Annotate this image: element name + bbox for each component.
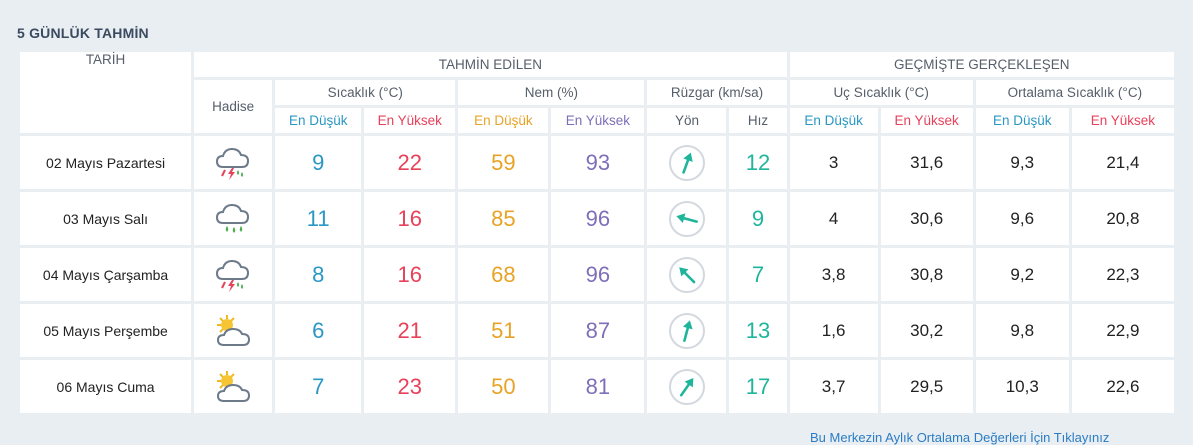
avg-high-value: 20,8: [1071, 192, 1174, 245]
forecast-row: 05 Mayıs Perşembe 6 21 51 87 13 1,6 30,2 9,8 22,9: [20, 304, 1174, 357]
avg-low-value: 9,8: [975, 304, 1069, 357]
wind-direction-arrow-icon: [667, 367, 707, 407]
temp-high-value: 23: [364, 360, 456, 413]
thunder-rain-cloud-icon: [213, 255, 253, 295]
hum-high-value: 93: [551, 136, 645, 189]
wind-speed-value: 13: [729, 304, 787, 357]
event-header: Hadise: [194, 80, 273, 133]
wind-direction-arrow-icon: [667, 311, 707, 351]
past-group-header: GEÇMİŞTE GERÇEKLEŞEN: [789, 52, 1174, 77]
weather-event-cell: [194, 192, 273, 245]
ext-high-value: 30,2: [880, 304, 973, 357]
wind-dir-header: Yön: [647, 108, 727, 133]
day-date: 06 Mayıs Cuma: [20, 360, 192, 413]
forecast-row: 02 Mayıs Pazartesi 9 22 59 93 12 3 31,6 9,3 21,4: [20, 136, 1174, 189]
hum-high-value: 87: [551, 304, 645, 357]
forecast-group-header: TAHMİN EDİLEN: [194, 52, 787, 77]
forecast-table: TARİH TAHMİN EDİLEN GEÇMİŞTE GERÇEKLEŞEN…: [17, 49, 1177, 416]
partly-cloudy-icon: [213, 311, 253, 351]
avg-high-value: 22,3: [1071, 248, 1174, 301]
ext-high-value: 31,6: [880, 136, 973, 189]
ext-low-value: 1,6: [789, 304, 878, 357]
temp-low-value: 9: [275, 136, 362, 189]
wind-direction-cell: [647, 136, 727, 189]
ext-low-value: 3,7: [789, 360, 878, 413]
extreme-temp-header: Uç Sıcaklık (°C): [789, 80, 973, 105]
avg-low-value: 10,3: [975, 360, 1069, 413]
temp-low-value: 8: [275, 248, 362, 301]
ext-low-value: 4: [789, 192, 878, 245]
date-header: TARİH: [20, 52, 192, 133]
ext-low-header: En Düşük: [789, 108, 878, 133]
forecast-row: 03 Mayıs Salı 11 16 85 96 9 4 30,6 9,6 20,8: [20, 192, 1174, 245]
temp-low-header: En Düşük: [275, 108, 362, 133]
day-date: 05 Mayıs Perşembe: [20, 304, 192, 357]
forecast-row: 04 Mayıs Çarşamba 8 16 68 96 7 3,8 30,8 9,2 22,3: [20, 248, 1174, 301]
temp-low-value: 7: [275, 360, 362, 413]
rain-cloud-icon: [213, 199, 253, 239]
wind-direction-cell: [647, 304, 727, 357]
avg-low-value: 9,2: [975, 248, 1069, 301]
weather-event-cell: [194, 360, 273, 413]
wind-speed-value: 12: [729, 136, 787, 189]
hum-low-value: 68: [458, 248, 549, 301]
avg-high-value: 21,4: [1071, 136, 1174, 189]
monthly-averages-link[interactable]: Bu Merkezin Aylık Ortalama Değerleri İçi…: [810, 430, 1109, 445]
ext-high-value: 30,6: [880, 192, 973, 245]
hum-low-header: En Düşük: [458, 108, 549, 133]
ext-high-value: 29,5: [880, 360, 973, 413]
ext-low-value: 3,8: [789, 248, 878, 301]
avg-low-value: 9,3: [975, 136, 1069, 189]
avg-low-value: 9,6: [975, 192, 1069, 245]
day-date: 02 Mayıs Pazartesi: [20, 136, 192, 189]
wind-speed-value: 17: [729, 360, 787, 413]
temp-high-header: En Yüksek: [364, 108, 456, 133]
hum-high-header: En Yüksek: [551, 108, 645, 133]
avg-low-header: En Düşük: [975, 108, 1069, 133]
temp-high-value: 21: [364, 304, 456, 357]
hum-high-value: 96: [551, 192, 645, 245]
temperature-header: Sıcaklık (°C): [275, 80, 456, 105]
weather-event-cell: [194, 304, 273, 357]
section-title: 5 GÜNLÜK TAHMİN: [17, 25, 149, 41]
partly-cloudy-icon: [213, 367, 253, 407]
day-date: 03 Mayıs Salı: [20, 192, 192, 245]
wind-direction-cell: [647, 360, 727, 413]
weather-event-cell: [194, 248, 273, 301]
hum-high-value: 96: [551, 248, 645, 301]
hum-low-value: 85: [458, 192, 549, 245]
wind-header: Rüzgar (km/sa): [647, 80, 787, 105]
temp-high-value: 16: [364, 192, 456, 245]
wind-speed-value: 9: [729, 192, 787, 245]
hum-low-value: 50: [458, 360, 549, 413]
temp-low-value: 6: [275, 304, 362, 357]
forecast-row: 06 Mayıs Cuma 7 23 50 81 17 3,7 29,5 10,3 22,6: [20, 360, 1174, 413]
hum-low-value: 59: [458, 136, 549, 189]
temp-high-value: 16: [364, 248, 456, 301]
wind-direction-cell: [647, 192, 727, 245]
temp-high-value: 22: [364, 136, 456, 189]
ext-low-value: 3: [789, 136, 878, 189]
day-date: 04 Mayıs Çarşamba: [20, 248, 192, 301]
ext-high-value: 30,8: [880, 248, 973, 301]
wind-direction-cell: [647, 248, 727, 301]
avg-temp-header: Ortalama Sıcaklık (°C): [975, 80, 1174, 105]
wind-direction-arrow-icon: [667, 255, 707, 295]
wind-speed-header: Hız: [729, 108, 787, 133]
avg-high-value: 22,9: [1071, 304, 1174, 357]
temp-low-value: 11: [275, 192, 362, 245]
wind-speed-value: 7: [729, 248, 787, 301]
wind-direction-arrow-icon: [667, 199, 707, 239]
thunder-rain-cloud-icon: [213, 143, 253, 183]
hum-high-value: 81: [551, 360, 645, 413]
hum-low-value: 51: [458, 304, 549, 357]
humidity-header: Nem (%): [458, 80, 645, 105]
avg-high-value: 22,6: [1071, 360, 1174, 413]
wind-direction-arrow-icon: [667, 143, 707, 183]
avg-high-header: En Yüksek: [1071, 108, 1174, 133]
ext-high-header: En Yüksek: [880, 108, 973, 133]
weather-event-cell: [194, 136, 273, 189]
